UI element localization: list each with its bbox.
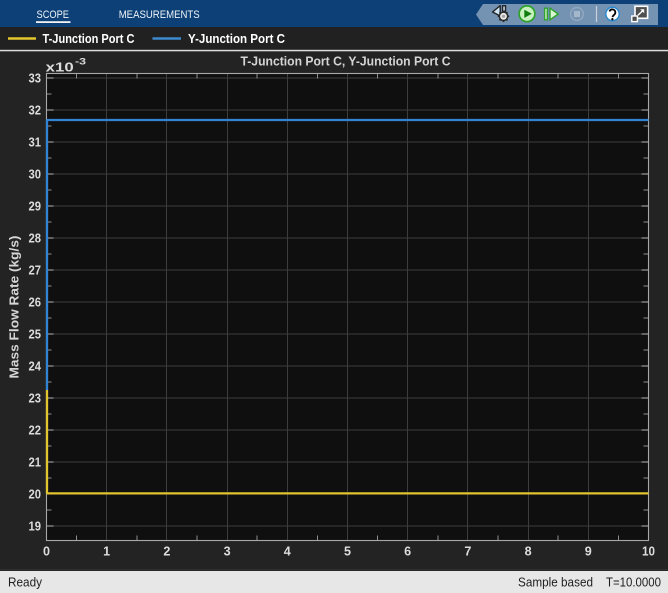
svg-text:2: 2	[163, 545, 170, 559]
svg-text:1: 1	[103, 545, 110, 559]
svg-text:30: 30	[29, 167, 42, 181]
svg-text:22: 22	[29, 423, 42, 437]
svg-text:20: 20	[29, 487, 42, 501]
svg-text:0: 0	[43, 545, 50, 559]
svg-text:8: 8	[525, 545, 532, 559]
svg-text:x10: x10	[46, 60, 74, 74]
svg-text:T=10.0000: T=10.0000	[606, 576, 661, 590]
svg-text:-3: -3	[75, 57, 86, 68]
svg-text:4: 4	[284, 545, 291, 559]
svg-text:Y-Junction Port C: Y-Junction Port C	[188, 32, 285, 46]
svg-text:3: 3	[224, 545, 231, 559]
svg-text:T-Junction Port C: T-Junction Port C	[43, 32, 135, 46]
svg-text:29: 29	[29, 199, 42, 213]
svg-text:10: 10	[642, 545, 655, 559]
svg-text:32: 32	[29, 103, 42, 117]
svg-text:6: 6	[404, 545, 411, 559]
svg-text:23: 23	[29, 391, 42, 405]
svg-text:31: 31	[29, 135, 42, 149]
svg-text:Ready: Ready	[8, 576, 43, 590]
svg-text:25: 25	[29, 327, 42, 341]
svg-text:19: 19	[29, 519, 42, 533]
svg-text:27: 27	[29, 263, 42, 277]
svg-text:Mass Flow Rate (kg/s): Mass Flow Rate (kg/s)	[7, 236, 22, 379]
svg-text:SCOPE: SCOPE	[37, 9, 70, 21]
svg-text:28: 28	[29, 231, 42, 245]
svg-text:9: 9	[585, 545, 592, 559]
svg-text:21: 21	[29, 455, 42, 469]
svg-text:7: 7	[464, 545, 471, 559]
svg-text:26: 26	[29, 295, 42, 309]
svg-text:T-Junction Port C, Y-Junction: T-Junction Port C, Y-Junction Port C	[241, 54, 452, 69]
svg-text:MEASUREMENTS: MEASUREMENTS	[119, 9, 200, 21]
svg-text:33: 33	[29, 71, 42, 85]
svg-text:Sample based: Sample based	[518, 576, 593, 590]
svg-text:5: 5	[344, 545, 351, 559]
svg-text:24: 24	[29, 359, 42, 373]
